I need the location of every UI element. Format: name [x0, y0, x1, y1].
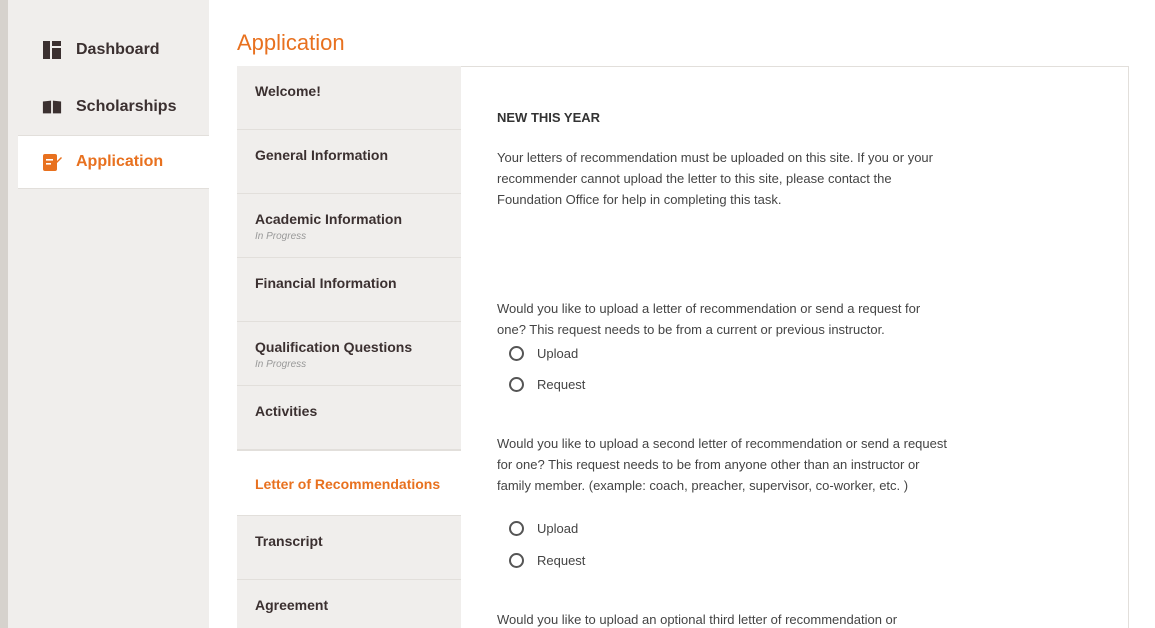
dashboard-icon — [42, 40, 62, 60]
tab-qualification-questions[interactable]: Qualification Questions In Progress — [237, 322, 461, 386]
q1-upload-radio[interactable]: Upload — [509, 346, 578, 361]
tab-letter-of-recommendations[interactable]: Letter of Recommendations — [237, 450, 462, 516]
tab-label: Transcript — [255, 533, 323, 549]
sidebar-item-scholarships[interactable]: Scholarships — [18, 80, 209, 134]
tab-label: Activities — [255, 403, 318, 419]
sidebar-item-application[interactable]: Application — [18, 135, 209, 189]
intro-text: Your letters of recommendation must be u… — [497, 150, 933, 207]
sidebar-item-label: Scholarships — [76, 98, 177, 115]
q1-request-radio[interactable]: Request — [509, 377, 585, 392]
tab-welcome[interactable]: Welcome! — [237, 66, 461, 130]
radio-circle[interactable] — [509, 553, 524, 568]
tab-label: Agreement — [255, 597, 329, 613]
tab-label: Letter of Recommendations — [255, 476, 441, 492]
tab-status: In Progress — [255, 359, 307, 370]
tab-academic-information[interactable]: Academic Information In Progress — [237, 194, 461, 258]
q2-request-radio[interactable]: Request — [509, 553, 585, 568]
tab-transcript[interactable]: Transcript — [237, 516, 461, 580]
sidebar: Dashboard Scholarships Application — [8, 0, 209, 628]
application-tabs: Welcome! General Information Academic In… — [237, 66, 462, 628]
edit-document-icon — [42, 152, 62, 172]
tab-general-information[interactable]: General Information — [237, 130, 461, 194]
radio-label: Upload — [537, 521, 579, 536]
question-3-text: Would you like to upload an optional thi… — [497, 612, 898, 627]
tab-label: Financial Information — [255, 275, 397, 291]
book-icon — [42, 97, 62, 117]
sidebar-item-label: Application — [76, 153, 164, 170]
radio-circle[interactable] — [509, 346, 524, 361]
tab-label: Qualification Questions — [255, 339, 413, 355]
tab-financial-information[interactable]: Financial Information — [237, 258, 461, 322]
sidebar-item-dashboard[interactable]: Dashboard — [18, 23, 209, 77]
tab-activities[interactable]: Activities — [237, 386, 461, 450]
page-title: Application — [237, 30, 345, 55]
radio-label: Request — [537, 377, 586, 392]
tab-label: Academic Information — [255, 211, 403, 227]
left-edge — [0, 0, 8, 628]
question-2-text: Would you like to upload a second letter… — [497, 436, 947, 493]
question-1-text: Would you like to upload a letter of rec… — [497, 301, 921, 337]
radio-label: Request — [537, 553, 586, 568]
radio-label: Upload — [537, 346, 579, 361]
tab-label: Welcome! — [255, 83, 321, 99]
tab-label: General Information — [255, 147, 389, 163]
radio-circle[interactable] — [509, 521, 524, 536]
radio-circle[interactable] — [509, 377, 524, 392]
content-panel: NEW THIS YEAR Your letters of recommenda… — [461, 66, 1129, 628]
sidebar-item-label: Dashboard — [76, 41, 160, 58]
tab-status: In Progress — [255, 231, 307, 242]
q2-upload-radio[interactable]: Upload — [509, 521, 578, 536]
page: Dashboard Scholarships Application Appli… — [0, 0, 1155, 628]
section-heading: NEW THIS YEAR — [497, 110, 601, 125]
tab-agreement[interactable]: Agreement — [237, 580, 461, 628]
